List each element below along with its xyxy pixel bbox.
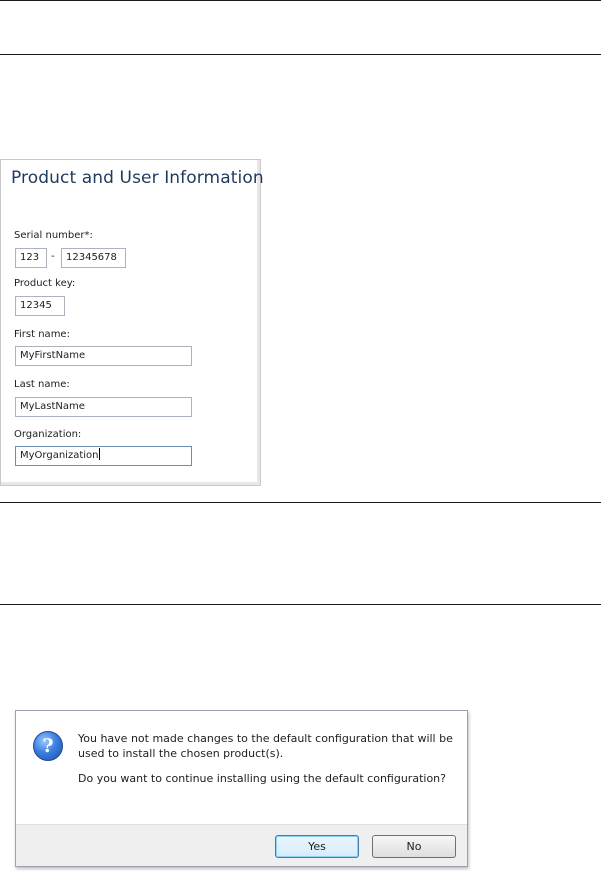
last-name-label: Last name:	[14, 379, 70, 390]
first-name-label: First name:	[14, 329, 70, 340]
divider-1	[0, 54, 601, 55]
serial-number-part2-input[interactable]: 12345678	[61, 248, 126, 268]
yes-button[interactable]: Yes	[275, 835, 359, 858]
organization-value: MyOrganization	[20, 450, 99, 461]
serial-separator: -	[51, 251, 55, 262]
divider-3	[0, 604, 601, 605]
question-icon: ?	[33, 731, 63, 761]
panel-title: Product and User Information	[11, 168, 264, 188]
product-key-label: Product key:	[14, 278, 76, 289]
serial-number-part1-input[interactable]: 123	[15, 248, 47, 268]
last-name-input[interactable]: MyLastName	[15, 397, 192, 417]
serial-number-label: Serial number*:	[14, 230, 93, 241]
divider-2	[0, 502, 601, 503]
dialog-message-line1: You have not made changes to the default…	[78, 732, 453, 745]
divider-top	[0, 0, 601, 1]
dialog-question: Do you want to continue installing using…	[78, 772, 446, 785]
first-name-input[interactable]: MyFirstName	[15, 346, 192, 366]
organization-label: Organization:	[14, 429, 82, 440]
product-user-info-panel: Product and User Information Serial numb…	[0, 159, 264, 486]
text-caret	[99, 448, 101, 460]
default-configuration-dialog: ? You have not made changes to the defau…	[15, 710, 468, 867]
dialog-message-line2: used to install the chosen product(s).	[78, 747, 284, 760]
no-button[interactable]: No	[372, 835, 456, 858]
product-key-input[interactable]: 12345	[15, 296, 65, 316]
organization-input[interactable]: MyOrganization	[15, 446, 192, 466]
